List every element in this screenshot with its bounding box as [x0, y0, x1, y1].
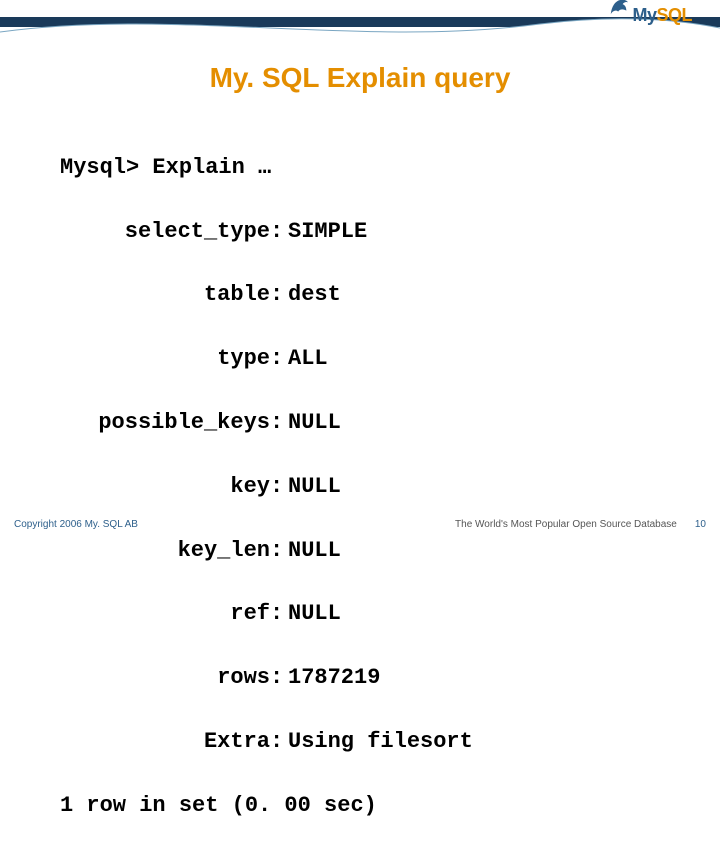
- footer: Copyright 2006 My. SQL AB The World's Mo…: [14, 519, 706, 530]
- explain-output: Mysql> Explain … select_type:SIMPLE tabl…: [60, 120, 680, 853]
- logo-text-my: My: [632, 5, 656, 25]
- explain-row: type:ALL: [60, 343, 680, 375]
- logo-text-sql: SQL: [656, 5, 692, 25]
- explain-row: select_type:SIMPLE: [60, 216, 680, 248]
- explain-row: table:dest: [60, 279, 680, 311]
- slide-title: My. SQL Explain query: [0, 62, 720, 94]
- explain-prompt: Mysql> Explain …: [60, 152, 680, 184]
- explain-row: key_len:NULL: [60, 535, 680, 567]
- dolphin-icon: [608, 0, 630, 18]
- tagline-text: The World's Most Popular Open Source Dat…: [455, 519, 677, 530]
- explain-row: ref:NULL: [60, 598, 680, 630]
- explain-row: key:NULL: [60, 471, 680, 503]
- explain-row: rows:1787219: [60, 662, 680, 694]
- explain-summary: 1 row in set (0. 00 sec): [60, 790, 680, 822]
- page-number: 10: [695, 519, 706, 530]
- explain-row: possible_keys:NULL: [60, 407, 680, 439]
- copyright-text: Copyright 2006 My. SQL AB: [14, 519, 138, 530]
- mysql-logo: MySQL: [608, 4, 692, 26]
- explain-row: Extra:Using filesort: [60, 726, 680, 758]
